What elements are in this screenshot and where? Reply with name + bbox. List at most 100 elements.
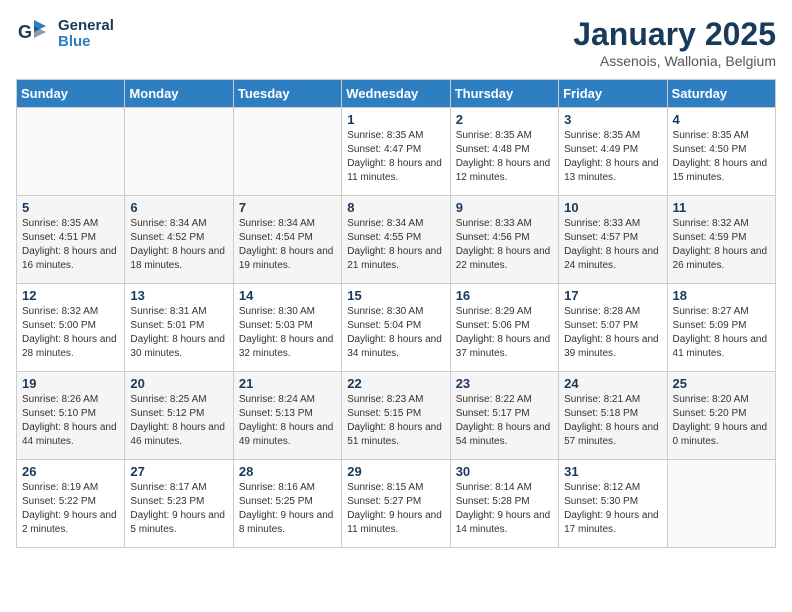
calendar-week-row: 1 Sunrise: 8:35 AM Sunset: 4:47 PM Daylig… bbox=[17, 108, 776, 196]
day-info: Sunrise: 8:27 AM Sunset: 5:09 PM Dayligh… bbox=[673, 305, 770, 361]
day-info: Sunrise: 8:33 AM Sunset: 4:56 PM Dayligh… bbox=[456, 217, 553, 273]
calendar-cell: 14 Sunrise: 8:30 AM Sunset: 5:03 PM Dayli… bbox=[233, 284, 341, 372]
day-info: Sunrise: 8:17 AM Sunset: 5:23 PM Dayligh… bbox=[130, 481, 227, 537]
calendar-cell: 17Sunrise: 8:28 AM Sunset: 5:07 PM Dayli… bbox=[559, 284, 667, 372]
day-number: 19 bbox=[22, 376, 119, 391]
calendar-cell bbox=[667, 460, 775, 548]
day-number: 20 bbox=[130, 376, 227, 391]
day-number: 23 bbox=[456, 376, 553, 391]
day-info: Sunrise: 8:23 AM Sunset: 5:15 PM Dayligh… bbox=[347, 393, 444, 449]
day-info: Sunrise: 8:16 AM Sunset: 5:25 PM Dayligh… bbox=[239, 481, 336, 537]
calendar-cell bbox=[233, 108, 341, 196]
calendar-cell: 26 Sunrise: 8:19 AM Sunset: 5:22 PM Dayli… bbox=[17, 460, 125, 548]
calendar-cell: 24 Sunrise: 8:21 AM Sunset: 5:18 PM Dayli… bbox=[559, 372, 667, 460]
day-number: 4 bbox=[673, 112, 770, 127]
logo-text: General Blue bbox=[58, 18, 114, 51]
day-number: 25 bbox=[673, 376, 770, 391]
day-of-week-header: Sunday bbox=[17, 80, 125, 108]
page-header: G General Blue January 2025 Assenois, Wa… bbox=[16, 16, 776, 69]
day-number: 2 bbox=[456, 112, 553, 127]
calendar-cell bbox=[125, 108, 233, 196]
day-info: Sunrise: 8:30 AM Sunset: 5:03 PM Dayligh… bbox=[239, 305, 336, 361]
day-info: Sunrise: 8:19 AM Sunset: 5:22 PM Dayligh… bbox=[22, 481, 119, 537]
day-info: Sunrise: 8:24 AM Sunset: 5:13 PM Dayligh… bbox=[239, 393, 336, 449]
calendar-cell: 5Sunrise: 8:35 AM Sunset: 4:51 PM Daylig… bbox=[17, 196, 125, 284]
calendar-week-row: 19 Sunrise: 8:26 AM Sunset: 5:10 PM Dayli… bbox=[17, 372, 776, 460]
calendar-cell: 22 Sunrise: 8:23 AM Sunset: 5:15 PM Dayli… bbox=[342, 372, 450, 460]
calendar-cell: 11 Sunrise: 8:32 AM Sunset: 4:59 PM Dayli… bbox=[667, 196, 775, 284]
calendar-cell: 6Sunrise: 8:34 AM Sunset: 4:52 PM Daylig… bbox=[125, 196, 233, 284]
day-info: Sunrise: 8:26 AM Sunset: 5:10 PM Dayligh… bbox=[22, 393, 119, 449]
calendar-header-row: SundayMondayTuesdayWednesdayThursdayFrid… bbox=[17, 80, 776, 108]
calendar-cell: 29 Sunrise: 8:15 AM Sunset: 5:27 PM Dayli… bbox=[342, 460, 450, 548]
day-number: 13 bbox=[130, 288, 227, 303]
calendar-cell: 31 Sunrise: 8:12 AM Sunset: 5:30 PM Dayli… bbox=[559, 460, 667, 548]
day-number: 21 bbox=[239, 376, 336, 391]
calendar-cell: 7Sunrise: 8:34 AM Sunset: 4:54 PM Daylig… bbox=[233, 196, 341, 284]
calendar-cell: 10 Sunrise: 8:33 AM Sunset: 4:57 PM Dayli… bbox=[559, 196, 667, 284]
day-info: Sunrise: 8:25 AM Sunset: 5:12 PM Dayligh… bbox=[130, 393, 227, 449]
day-info: Sunrise: 8:29 AM Sunset: 5:06 PM Dayligh… bbox=[456, 305, 553, 361]
calendar-cell: 15Sunrise: 8:30 AM Sunset: 5:04 PM Dayli… bbox=[342, 284, 450, 372]
day-number: 22 bbox=[347, 376, 444, 391]
day-number: 1 bbox=[347, 112, 444, 127]
day-number: 28 bbox=[239, 464, 336, 479]
logo-icon: G bbox=[16, 16, 52, 52]
day-info: Sunrise: 8:22 AM Sunset: 5:17 PM Dayligh… bbox=[456, 393, 553, 449]
day-number: 15 bbox=[347, 288, 444, 303]
title-block: January 2025 Assenois, Wallonia, Belgium bbox=[573, 16, 776, 69]
day-info: Sunrise: 8:14 AM Sunset: 5:28 PM Dayligh… bbox=[456, 481, 553, 537]
logo: G General Blue bbox=[16, 16, 114, 52]
calendar-table: SundayMondayTuesdayWednesdayThursdayFrid… bbox=[16, 79, 776, 548]
day-info: Sunrise: 8:32 AM Sunset: 4:59 PM Dayligh… bbox=[673, 217, 770, 273]
calendar-cell: 4 Sunrise: 8:35 AM Sunset: 4:50 PM Daylig… bbox=[667, 108, 775, 196]
day-number: 12 bbox=[22, 288, 119, 303]
day-info: Sunrise: 8:35 AM Sunset: 4:48 PM Dayligh… bbox=[456, 129, 553, 185]
calendar-cell: 3 Sunrise: 8:35 AM Sunset: 4:49 PM Daylig… bbox=[559, 108, 667, 196]
day-number: 18 bbox=[673, 288, 770, 303]
day-number: 26 bbox=[22, 464, 119, 479]
day-info: Sunrise: 8:35 AM Sunset: 4:51 PM Dayligh… bbox=[22, 217, 119, 273]
day-info: Sunrise: 8:32 AM Sunset: 5:00 PM Dayligh… bbox=[22, 305, 119, 361]
calendar-week-row: 12 Sunrise: 8:32 AM Sunset: 5:00 PM Dayli… bbox=[17, 284, 776, 372]
day-number: 16 bbox=[456, 288, 553, 303]
calendar-title: January 2025 bbox=[573, 16, 776, 53]
day-info: Sunrise: 8:12 AM Sunset: 5:30 PM Dayligh… bbox=[564, 481, 661, 537]
day-info: Sunrise: 8:35 AM Sunset: 4:49 PM Dayligh… bbox=[564, 129, 661, 185]
calendar-week-row: 26 Sunrise: 8:19 AM Sunset: 5:22 PM Dayli… bbox=[17, 460, 776, 548]
calendar-cell: 30 Sunrise: 8:14 AM Sunset: 5:28 PM Dayli… bbox=[450, 460, 558, 548]
day-number: 6 bbox=[130, 200, 227, 215]
day-info: Sunrise: 8:15 AM Sunset: 5:27 PM Dayligh… bbox=[347, 481, 444, 537]
day-of-week-header: Friday bbox=[559, 80, 667, 108]
calendar-cell: 13Sunrise: 8:31 AM Sunset: 5:01 PM Dayli… bbox=[125, 284, 233, 372]
calendar-cell: 1 Sunrise: 8:35 AM Sunset: 4:47 PM Daylig… bbox=[342, 108, 450, 196]
day-number: 10 bbox=[564, 200, 661, 215]
day-number: 30 bbox=[456, 464, 553, 479]
calendar-cell: 21 Sunrise: 8:24 AM Sunset: 5:13 PM Dayli… bbox=[233, 372, 341, 460]
day-number: 31 bbox=[564, 464, 661, 479]
day-info: Sunrise: 8:34 AM Sunset: 4:54 PM Dayligh… bbox=[239, 217, 336, 273]
day-number: 29 bbox=[347, 464, 444, 479]
calendar-cell: 28 Sunrise: 8:16 AM Sunset: 5:25 PM Dayli… bbox=[233, 460, 341, 548]
calendar-cell: 19 Sunrise: 8:26 AM Sunset: 5:10 PM Dayli… bbox=[17, 372, 125, 460]
calendar-cell: 9 Sunrise: 8:33 AM Sunset: 4:56 PM Daylig… bbox=[450, 196, 558, 284]
day-info: Sunrise: 8:35 AM Sunset: 4:47 PM Dayligh… bbox=[347, 129, 444, 185]
day-number: 14 bbox=[239, 288, 336, 303]
day-info: Sunrise: 8:33 AM Sunset: 4:57 PM Dayligh… bbox=[564, 217, 661, 273]
calendar-cell: 18 Sunrise: 8:27 AM Sunset: 5:09 PM Dayli… bbox=[667, 284, 775, 372]
day-info: Sunrise: 8:35 AM Sunset: 4:50 PM Dayligh… bbox=[673, 129, 770, 185]
day-number: 27 bbox=[130, 464, 227, 479]
day-info: Sunrise: 8:21 AM Sunset: 5:18 PM Dayligh… bbox=[564, 393, 661, 449]
day-number: 24 bbox=[564, 376, 661, 391]
calendar-cell: 12 Sunrise: 8:32 AM Sunset: 5:00 PM Dayli… bbox=[17, 284, 125, 372]
day-number: 11 bbox=[673, 200, 770, 215]
day-number: 3 bbox=[564, 112, 661, 127]
calendar-cell bbox=[17, 108, 125, 196]
day-number: 9 bbox=[456, 200, 553, 215]
day-of-week-header: Thursday bbox=[450, 80, 558, 108]
day-of-week-header: Wednesday bbox=[342, 80, 450, 108]
calendar-cell: 20 Sunrise: 8:25 AM Sunset: 5:12 PM Dayli… bbox=[125, 372, 233, 460]
day-number: 8 bbox=[347, 200, 444, 215]
day-number: 17 bbox=[564, 288, 661, 303]
calendar-week-row: 5Sunrise: 8:35 AM Sunset: 4:51 PM Daylig… bbox=[17, 196, 776, 284]
